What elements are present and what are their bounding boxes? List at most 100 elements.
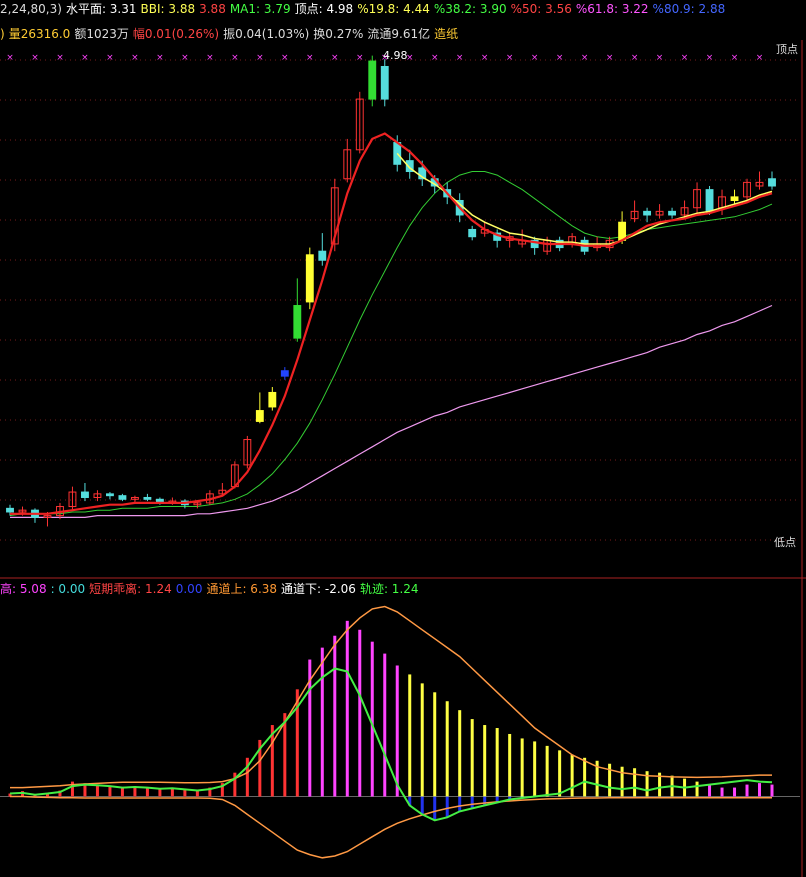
indicator-bar: [608, 763, 612, 797]
indicator-bar: [758, 783, 762, 797]
signal-marker: ×: [456, 53, 464, 63]
candle-body: [318, 250, 327, 261]
indicator-bar: [558, 750, 562, 797]
indicator-bar: [533, 741, 537, 797]
indicator-bar: [720, 787, 724, 797]
indicator-bar: [158, 789, 162, 797]
low-point-label: 低点: [774, 536, 796, 549]
signal-marker: ×: [631, 53, 639, 63]
indicator-bar: [520, 738, 524, 797]
signal-marker: ×: [106, 53, 114, 63]
candle-body: [768, 178, 776, 187]
indicator-bar: [570, 754, 574, 797]
signal-marker: ×: [531, 53, 539, 63]
signal-marker: ×: [31, 53, 39, 63]
candle-body: [305, 254, 314, 303]
candle-body: [268, 391, 277, 408]
indicator-bar: [383, 653, 387, 797]
indicator-bar: [633, 768, 637, 797]
signal-marker: ×: [606, 53, 614, 63]
signal-marker: ×: [681, 53, 689, 63]
signal-marker: ×: [206, 53, 214, 63]
signal-marker: ×: [56, 53, 64, 63]
indicator-bar: [508, 733, 512, 797]
indicator-bar: [358, 629, 362, 797]
candle-body: [143, 496, 152, 500]
indicator-neg-bar: [445, 796, 449, 818]
signal-marker: ×: [656, 53, 664, 63]
signal-marker: ×: [756, 53, 764, 63]
indicator-bar: [583, 757, 587, 797]
candle-body: [368, 60, 377, 100]
indicator-bar: [370, 641, 374, 797]
indicator-bar: [108, 785, 112, 797]
indicator-bar: [745, 784, 749, 797]
candle-body: [730, 196, 739, 201]
indicator-bar: [408, 674, 412, 797]
channel-upper-line: [10, 605, 772, 789]
indicator-bar: [145, 787, 149, 797]
signal-marker: ×: [231, 53, 239, 63]
candle-body: [380, 65, 389, 100]
candle-body: [118, 495, 127, 500]
indicator-bar: [545, 745, 549, 797]
indicator-neg-bar: [433, 796, 437, 821]
signal-marker: ×: [706, 53, 714, 63]
indicator-bar: [733, 787, 737, 797]
indicator-bar: [495, 728, 499, 797]
peak-value-label: 4.98: [383, 49, 408, 62]
indicator-bar: [95, 784, 99, 797]
indicator-bar: [333, 635, 337, 797]
indicator-bar: [458, 710, 462, 797]
indicator-bar: [283, 713, 287, 797]
signal-marker: ×: [81, 53, 89, 63]
candle-body: [705, 189, 714, 212]
indicator-bar: [345, 620, 349, 797]
indicator-bar: [320, 647, 324, 797]
indicator-bar: [470, 719, 474, 797]
candle-body: [668, 210, 677, 216]
signal-marker: ×: [306, 53, 314, 63]
signal-marker: ×: [356, 53, 364, 63]
candle-body: [293, 305, 302, 339]
candle-body: [6, 507, 14, 513]
signal-marker: ×: [181, 53, 189, 63]
signal-marker: ×: [131, 53, 139, 63]
signal-marker: ×: [731, 53, 739, 63]
signal-marker: ×: [6, 53, 14, 63]
signal-marker: ×: [581, 53, 589, 63]
indicator-bar: [120, 787, 124, 797]
signal-marker: ×: [556, 53, 564, 63]
signal-marker: ×: [156, 53, 164, 63]
indicator-bar: [483, 725, 487, 797]
indicator-bar: [620, 766, 624, 797]
indicator-bar: [433, 692, 437, 797]
candle-body: [468, 228, 477, 238]
signal-marker: ×: [281, 53, 289, 63]
candle-body: [81, 491, 89, 498]
candle-body: [255, 410, 264, 422]
candle-body: [105, 493, 114, 497]
signal-marker: ×: [331, 53, 339, 63]
stock-chart[interactable]: × × × × × × × × × × × × × × × × × × × × × × × × × × × × × × ×: [0, 0, 806, 877]
indicator-bar: [445, 701, 449, 797]
signal-marker: ×: [431, 53, 439, 63]
candle-body: [618, 221, 627, 241]
indicator-neg-bar: [470, 796, 474, 809]
indicator-neg-bar: [458, 796, 462, 812]
indicator-bar: [770, 784, 774, 797]
indicator-bar: [420, 683, 424, 797]
indicator-neg-bar: [420, 796, 424, 815]
ma-red-line: [10, 132, 773, 515]
indicator-bar: [695, 781, 699, 797]
top-point-label: 顶点: [776, 43, 798, 56]
indicator-neg-bar: [483, 796, 487, 806]
indicator-bar: [170, 788, 174, 797]
candle-body: [280, 370, 289, 377]
indicator-bar: [183, 789, 187, 797]
signal-marker: ×: [506, 53, 514, 63]
ma-pink-line: [10, 304, 773, 518]
signal-marker: ×: [256, 53, 264, 63]
candle-body: [643, 210, 652, 216]
channel-lower-line: [10, 795, 772, 859]
